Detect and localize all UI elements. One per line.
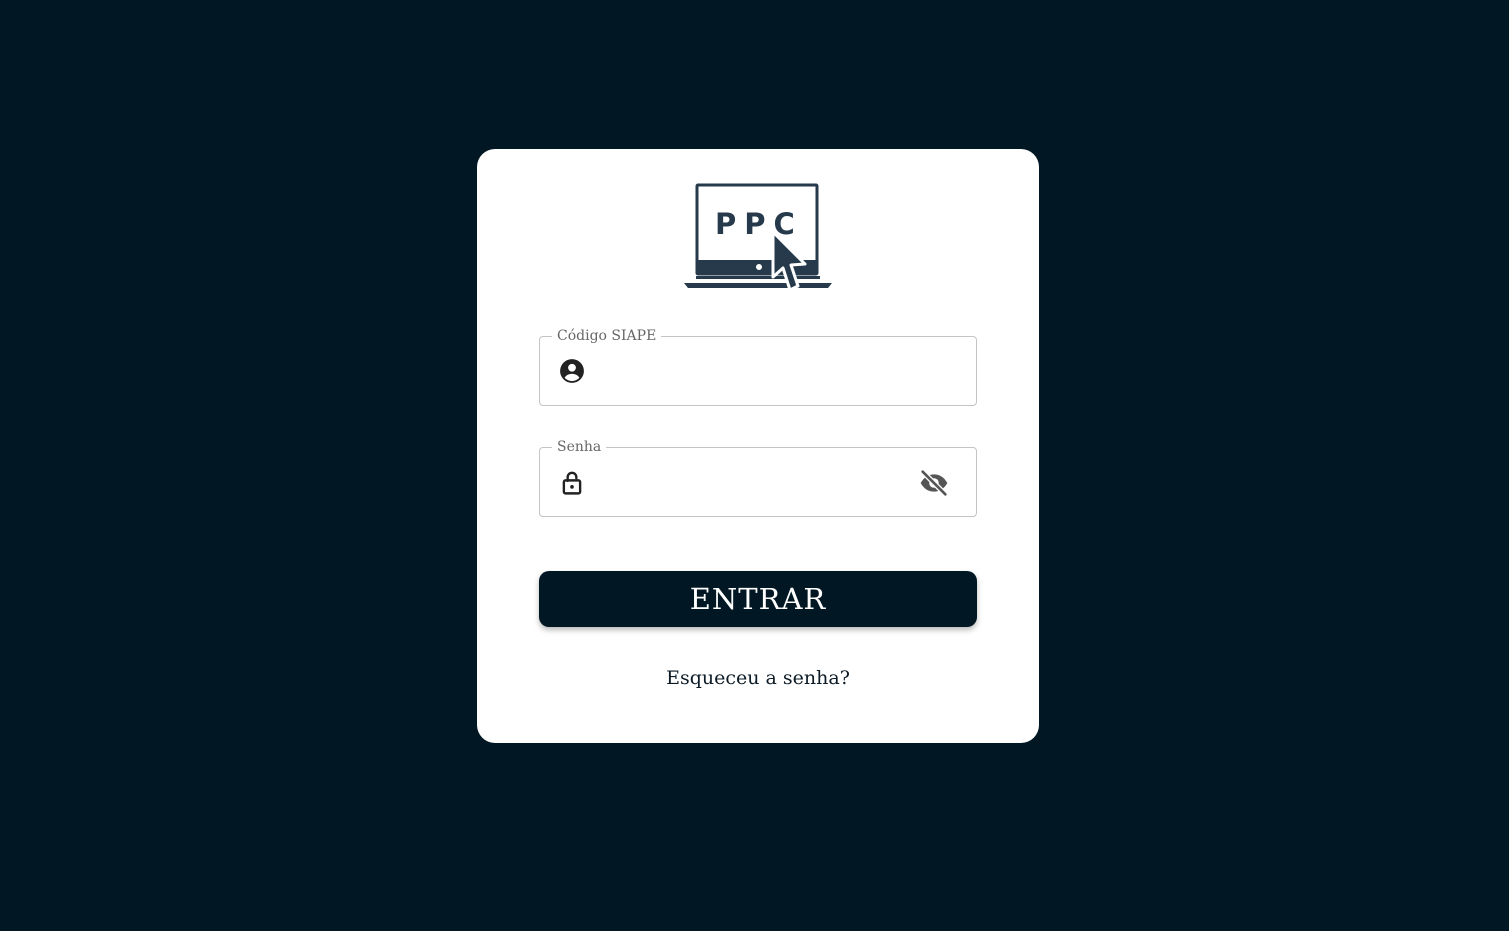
laptop-cursor-logo: PPC [684, 183, 832, 292]
login-card: PPC Código SIAPE Senha ENTRAR Esqueceu a… [477, 149, 1039, 743]
login-button[interactable]: ENTRAR [539, 571, 977, 627]
lock-open-icon [562, 471, 582, 495]
password-label: Senha [552, 438, 607, 456]
logo-text: PPC [715, 207, 803, 241]
password-field: Senha [539, 438, 977, 517]
siape-field: Código SIAPE [539, 327, 977, 406]
eye-off-icon [920, 469, 948, 497]
siape-input[interactable] [600, 355, 900, 387]
account-circle-icon [560, 359, 584, 383]
siape-label: Código SIAPE [552, 327, 662, 345]
toggle-password-visibility-button[interactable] [918, 467, 950, 499]
password-input[interactable] [600, 466, 900, 498]
forgot-password-link[interactable]: Esqueceu a senha? [477, 667, 1039, 689]
